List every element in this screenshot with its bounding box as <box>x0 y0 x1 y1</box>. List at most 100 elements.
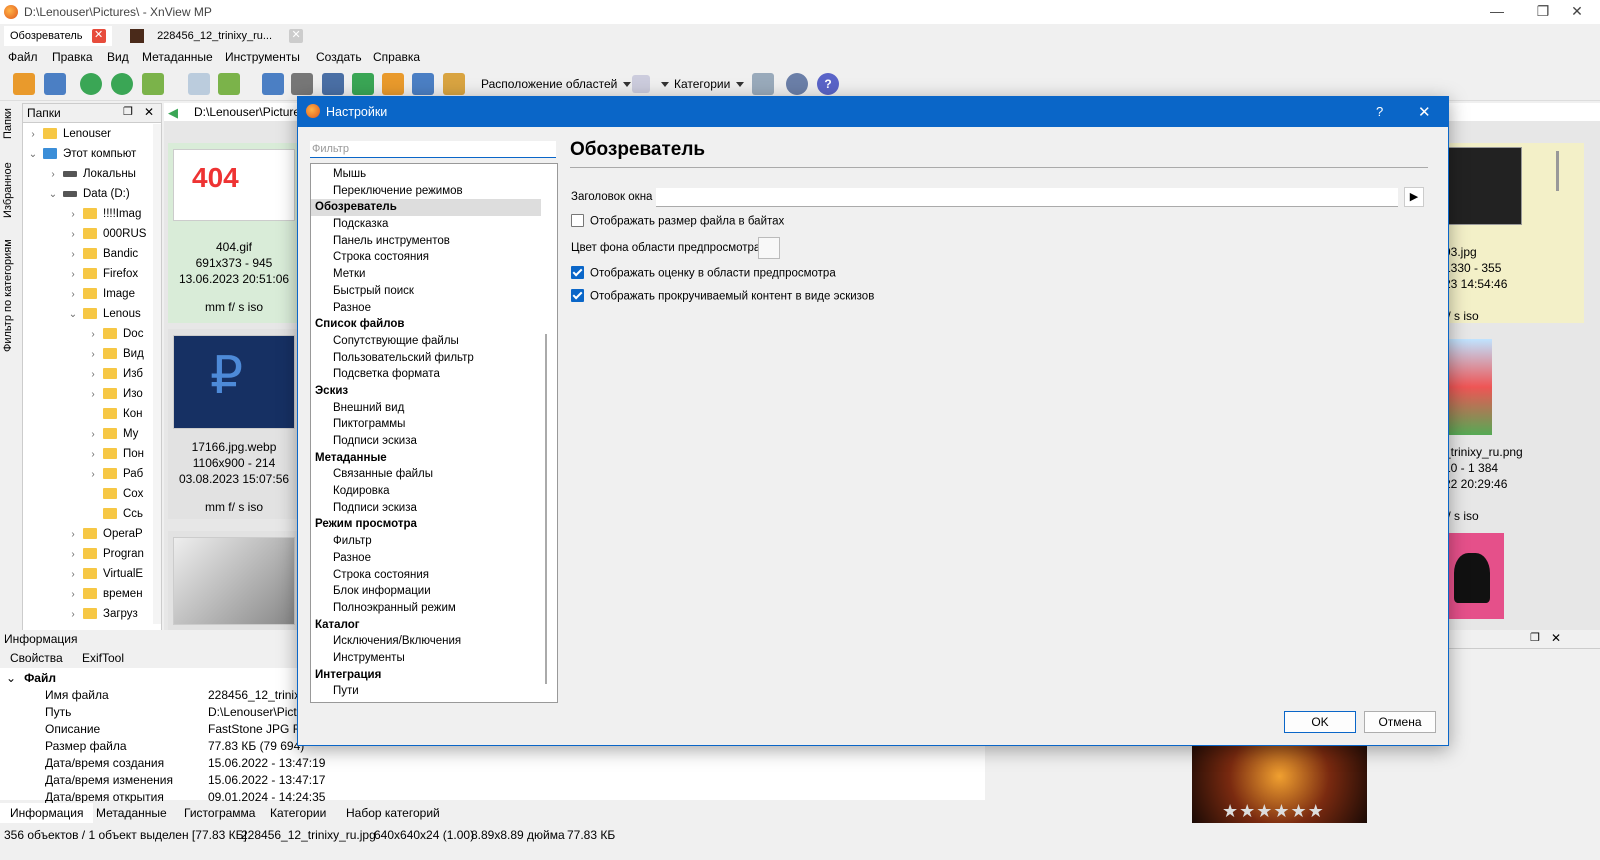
close-icon[interactable]: ✕ <box>91 29 106 44</box>
tree-item[interactable]: › Изб <box>23 364 153 384</box>
nav-item[interactable]: Подписи эскиза <box>311 500 541 517</box>
menu-file[interactable]: Файл <box>8 50 38 64</box>
checkbox[interactable] <box>571 289 584 302</box>
view-mode-icon[interactable] <box>632 75 650 93</box>
nav-item[interactable]: Строка состояния <box>311 249 541 266</box>
chevron-right-icon[interactable]: › <box>67 285 79 304</box>
nav-group[interactable]: Интеграция <box>311 667 541 684</box>
chevron-right-icon[interactable]: › <box>67 245 79 264</box>
move-to-icon[interactable] <box>142 73 164 95</box>
layout-dropdown[interactable]: Расположение областей <box>481 77 632 91</box>
nav-item[interactable]: Подсветка формата <box>311 366 541 383</box>
nav-item[interactable]: Переключение режимов <box>311 183 541 200</box>
thumbnail-item[interactable] <box>168 531 300 631</box>
menu-create[interactable]: Создать <box>316 50 362 64</box>
checkbox[interactable] <box>571 266 584 279</box>
tab-metadata[interactable]: Метаданные <box>96 806 167 820</box>
chevron-right-icon[interactable]: › <box>87 465 99 484</box>
nav-group[interactable]: Каталог <box>311 617 541 634</box>
tree-item[interactable]: › Doc <box>23 324 153 344</box>
checkbox[interactable] <box>571 214 584 227</box>
rating-stars[interactable]: ★★★★★★ <box>1222 801 1325 822</box>
option-file-size-bytes[interactable]: Отображать размер файла в байтах <box>571 214 784 228</box>
nav-item[interactable]: Панель инструментов <box>311 233 541 250</box>
tree-item[interactable]: › Раб <box>23 464 153 484</box>
export-icon[interactable] <box>218 73 240 95</box>
nav-item[interactable]: Полноэкранный режим <box>311 600 541 617</box>
close-icon[interactable]: ✕ <box>1551 631 1561 645</box>
info-section-file[interactable]: ⌄ Файл <box>6 670 56 687</box>
chevron-right-icon[interactable]: › <box>67 605 79 624</box>
tree-item[interactable]: › Локальны <box>23 164 153 184</box>
tree-item[interactable]: ⌄ Data (D:) <box>23 184 153 204</box>
nav-item[interactable]: Инструменты <box>311 650 541 667</box>
tree-item[interactable]: › Firefox <box>23 264 153 284</box>
nav-group[interactable]: Режим просмотра <box>311 516 541 533</box>
tree-item[interactable]: › 000RUS <box>23 224 153 244</box>
help-icon[interactable]: ? <box>817 73 839 95</box>
play-arrow-icon[interactable]: ▶ <box>1404 187 1424 207</box>
nav-item[interactable]: Блок информации <box>311 583 541 600</box>
batch-convert-icon[interactable] <box>352 73 374 95</box>
ok-button[interactable]: OK <box>1284 711 1356 733</box>
categories-dropdown[interactable]: Категории <box>674 77 745 91</box>
tab-information[interactable]: Информация <box>0 803 94 823</box>
nav-item[interactable]: Сопутствующие файлы <box>311 333 541 350</box>
nav-item[interactable]: Связанные файлы <box>311 466 541 483</box>
minimize-button[interactable]: — <box>1474 0 1520 24</box>
close-icon[interactable]: ✕ <box>289 29 304 44</box>
print-icon[interactable] <box>291 73 313 95</box>
fullscreen-icon[interactable] <box>44 73 66 95</box>
chevron-right-icon[interactable]: › <box>67 545 79 564</box>
cancel-button[interactable]: Отмена <box>1364 711 1436 733</box>
tab-histogram[interactable]: Гистограмма <box>184 806 255 820</box>
chevron-right-icon[interactable]: › <box>67 205 79 224</box>
folder-tree-scrollbar[interactable] <box>153 124 161 624</box>
info-row[interactable]: Дата/время создания 15.06.2022 - 13:47:19 <box>0 755 980 772</box>
nav-item[interactable]: Пользовательский фильтр <box>311 350 541 367</box>
refresh-icon[interactable] <box>80 73 102 95</box>
chevron-right-icon[interactable]: › <box>67 525 79 544</box>
tree-item[interactable]: › Пон <box>23 444 153 464</box>
tree-item[interactable]: Ссь <box>23 504 153 524</box>
tree-item[interactable]: › Изо <box>23 384 153 404</box>
thumbnail-item[interactable]: ₽ 17166.jpg.webp 1106x900 - 214 03.08.20… <box>168 329 300 519</box>
tree-item[interactable]: › Lenouser <box>23 124 153 144</box>
scanner-icon[interactable] <box>322 73 344 95</box>
nav-item[interactable]: Пиктограммы <box>311 416 541 433</box>
menu-help[interactable]: Справка <box>373 50 420 64</box>
tree-item[interactable]: › My <box>23 424 153 444</box>
menu-metadata[interactable]: Метаданные <box>142 50 213 64</box>
tab-categories[interactable]: Категории <box>270 806 326 820</box>
tree-item[interactable]: › Image <box>23 284 153 304</box>
nav-group[interactable]: Список файлов <box>311 316 541 333</box>
thumbnail-image[interactable] <box>1448 533 1504 619</box>
tab-properties[interactable]: Свойства <box>10 651 63 665</box>
chevron-right-icon[interactable]: › <box>67 565 79 584</box>
nav-item[interactable]: Разное <box>311 550 541 567</box>
chevron-down-icon[interactable]: ⌄ <box>27 145 39 164</box>
tree-item[interactable]: › Загруз <box>23 604 153 624</box>
tab-exiftool[interactable]: ExifTool <box>82 651 124 665</box>
filter-input[interactable]: Фильтр <box>310 141 556 158</box>
close-window-button[interactable]: ✕ <box>1554 0 1600 24</box>
menu-edit[interactable]: Правка <box>52 50 93 64</box>
nav-item[interactable]: Подписи эскиза <box>311 433 541 450</box>
info-row[interactable]: Дата/время изменения 15.06.2022 - 13:47:1… <box>0 772 980 789</box>
side-tab-favorites[interactable]: Избранное <box>2 150 20 230</box>
undock-icon[interactable]: ❐ <box>1530 631 1540 644</box>
chevron-down-icon[interactable]: ⌄ <box>47 185 59 204</box>
close-icon[interactable]: ✕ <box>144 105 154 119</box>
chevron-right-icon[interactable]: › <box>67 225 79 244</box>
tree-item[interactable]: › Вид <box>23 344 153 364</box>
nav-item[interactable]: Подсказка <box>311 216 541 233</box>
nav-group[interactable]: Метаданные <box>311 450 541 467</box>
category-tree-icon[interactable] <box>752 73 774 95</box>
chevron-down-icon[interactable]: ⌄ <box>67 305 79 324</box>
nav-scrollbar[interactable] <box>545 334 547 684</box>
tree-item[interactable]: ⌄ Lenous <box>23 304 153 324</box>
chevron-right-icon[interactable]: › <box>27 125 39 144</box>
nav-item[interactable]: Исключения/Включения <box>311 633 541 650</box>
wallpaper-icon[interactable] <box>443 73 465 95</box>
rotate-icon[interactable] <box>111 73 133 95</box>
